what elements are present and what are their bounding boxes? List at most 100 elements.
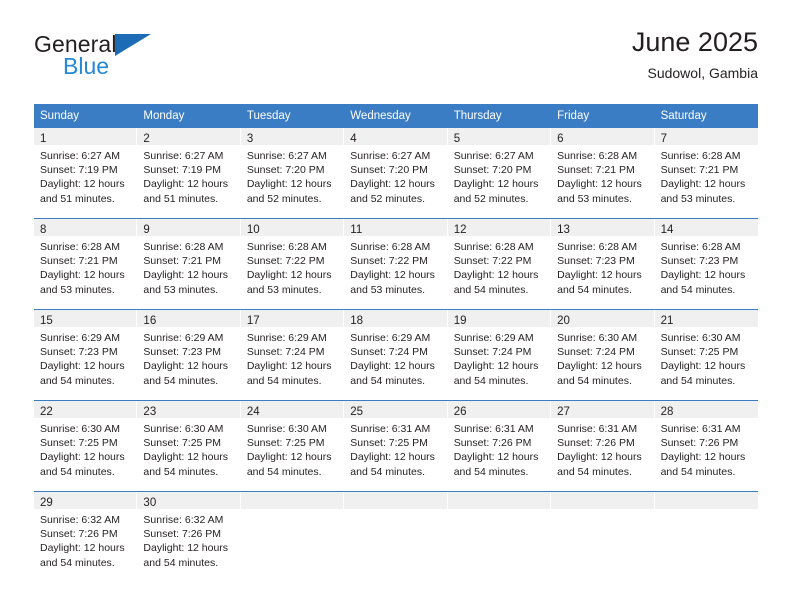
- calendar-day-cell[interactable]: 12 Sunrise: 6:28 AM Sunset: 7:22 PM Dayligh…: [447, 219, 552, 309]
- day-number: 26: [453, 406, 467, 418]
- sunrise-text: Sunrise: 6:27 AM: [350, 150, 431, 162]
- day-number: 8: [40, 224, 47, 236]
- daylight-text-line2: and 54 minutes.: [453, 465, 529, 478]
- day-details: Sunrise: 6:27 AM Sunset: 7:19 PM Daylight:…: [34, 145, 136, 206]
- calendar-day-cell[interactable]: 25 Sunrise: 6:31 AM Sunset: 7:25 PM Dayligh…: [344, 401, 448, 491]
- day-number: 27: [557, 406, 570, 418]
- day-number-band: 6: [551, 128, 654, 145]
- calendar-day-cell[interactable]: 11 Sunrise: 6:28 AM Sunset: 7:22 PM Dayligh…: [344, 219, 448, 309]
- daylight-text-line1: Daylight: 12 hours: [246, 178, 332, 191]
- calendar-day-cell[interactable]: 21 Sunrise: 6:30 AM Sunset: 7:25 PM Dayligh…: [654, 310, 758, 400]
- day-number-band: 24: [240, 401, 344, 418]
- daylight-text-line2: and 54 minutes.: [350, 374, 425, 387]
- calendar-day-cell[interactable]: 22 Sunrise: 6:30 AM Sunset: 7:25 PM Dayligh…: [34, 401, 138, 491]
- day-number-band: [447, 492, 551, 509]
- daylight-text-line1: Daylight: 12 hours: [557, 178, 642, 191]
- calendar-day-cell[interactable]: 19 Sunrise: 6:29 AM Sunset: 7:24 PM Dayligh…: [447, 310, 552, 400]
- sunrise-text: Sunrise: 6:29 AM: [246, 332, 327, 344]
- sunrise-text: Sunrise: 6:28 AM: [350, 241, 431, 253]
- calendar-day-cell[interactable]: 17 Sunrise: 6:29 AM Sunset: 7:24 PM Dayligh…: [240, 310, 345, 400]
- generalblue-logo: General Blue: [34, 32, 264, 88]
- daylight-text-line2: and 53 minutes.: [350, 283, 425, 296]
- day-number-band: [551, 492, 654, 509]
- calendar-day-cell[interactable]: 28 Sunrise: 6:31 AM Sunset: 7:26 PM Dayligh…: [654, 401, 758, 491]
- sunrise-text: Sunrise: 6:30 AM: [660, 332, 741, 344]
- day-number-band: 9: [137, 219, 240, 236]
- calendar-day-cell[interactable]: 20 Sunrise: 6:30 AM Sunset: 7:24 PM Dayligh…: [551, 310, 655, 400]
- calendar-day-cell[interactable]: 18 Sunrise: 6:29 AM Sunset: 7:24 PM Dayligh…: [344, 310, 448, 400]
- sunrise-text: Sunrise: 6:28 AM: [40, 241, 120, 253]
- calendar-day-cell[interactable]: 10 Sunrise: 6:28 AM Sunset: 7:22 PM Dayligh…: [240, 219, 345, 309]
- calendar-day-cell[interactable]: 27 Sunrise: 6:31 AM Sunset: 7:26 PM Dayligh…: [551, 401, 655, 491]
- day-number-band: [654, 492, 758, 509]
- daylight-text-line2: and 54 minutes.: [143, 465, 219, 478]
- calendar-day-cell[interactable]: 26 Sunrise: 6:31 AM Sunset: 7:26 PM Dayligh…: [447, 401, 552, 491]
- sunrise-text: Sunrise: 6:29 AM: [453, 332, 534, 344]
- day-details: Sunrise: 6:29 AM Sunset: 7:23 PM Daylight:…: [137, 327, 239, 388]
- day-details: [344, 509, 446, 513]
- calendar-day-cell[interactable]: 8 Sunrise: 6:28 AM Sunset: 7:21 PM Daylight…: [34, 219, 138, 309]
- daylight-text-line2: and 54 minutes.: [40, 556, 115, 569]
- daylight-text-line1: Daylight: 12 hours: [453, 451, 539, 464]
- calendar-day-cell[interactable]: 5 Sunrise: 6:27 AM Sunset: 7:20 PM Daylight…: [447, 128, 552, 218]
- day-details: Sunrise: 6:30 AM Sunset: 7:25 PM Daylight:…: [34, 418, 136, 479]
- day-number: 23: [143, 406, 157, 418]
- day-number: 6: [557, 133, 564, 145]
- sunrise-text: Sunrise: 6:28 AM: [557, 241, 638, 253]
- sunrise-text: Sunrise: 6:29 AM: [40, 332, 120, 344]
- day-details: Sunrise: 6:28 AM Sunset: 7:22 PM Daylight:…: [344, 236, 446, 297]
- daylight-text-line1: Daylight: 12 hours: [40, 542, 125, 555]
- sunrise-text: Sunrise: 6:32 AM: [143, 514, 224, 526]
- logo-triangle-icon: [114, 34, 151, 56]
- daylight-text-line2: and 54 minutes.: [660, 374, 736, 387]
- day-number: 17: [246, 315, 260, 327]
- day-details: Sunrise: 6:29 AM Sunset: 7:23 PM Daylight:…: [34, 327, 136, 388]
- calendar-day-cell[interactable]: 29 Sunrise: 6:32 AM Sunset: 7:26 PM Dayligh…: [34, 492, 138, 582]
- day-number: 20: [557, 315, 570, 327]
- day-details: Sunrise: 6:30 AM Sunset: 7:25 PM Daylight:…: [655, 327, 758, 388]
- calendar-day-cell[interactable]: 24 Sunrise: 6:30 AM Sunset: 7:25 PM Dayligh…: [240, 401, 345, 491]
- sunset-text: Sunset: 7:24 PM: [557, 346, 635, 359]
- daylight-text-line1: Daylight: 12 hours: [350, 451, 435, 464]
- day-details: Sunrise: 6:30 AM Sunset: 7:25 PM Daylight:…: [137, 418, 239, 479]
- calendar-day-cell[interactable]: 9 Sunrise: 6:28 AM Sunset: 7:21 PM Daylight…: [137, 219, 241, 309]
- calendar-grid: Sunday Monday Tuesday Wednesday Thursday…: [34, 104, 758, 582]
- calendar-day-cell[interactable]: 15 Sunrise: 6:29 AM Sunset: 7:23 PM Dayligh…: [34, 310, 138, 400]
- calendar-day-cell-empty: [551, 492, 655, 582]
- sunset-text: Sunset: 7:25 PM: [350, 437, 428, 450]
- sunrise-text: Sunrise: 6:31 AM: [660, 423, 741, 435]
- day-number-band: [240, 492, 344, 509]
- daylight-text-line2: and 53 minutes.: [40, 283, 115, 296]
- sunrise-text: Sunrise: 6:32 AM: [40, 514, 120, 526]
- calendar-day-cell[interactable]: 23 Sunrise: 6:30 AM Sunset: 7:25 PM Dayligh…: [137, 401, 241, 491]
- daylight-text-line2: and 53 minutes.: [660, 192, 736, 205]
- calendar-day-cell[interactable]: 16 Sunrise: 6:29 AM Sunset: 7:23 PM Dayligh…: [137, 310, 241, 400]
- sunrise-text: Sunrise: 6:28 AM: [660, 241, 741, 253]
- day-number: 5: [453, 133, 461, 145]
- day-number: 18: [350, 315, 364, 327]
- weekday-header-monday: Monday: [143, 110, 185, 122]
- day-number-band: 30: [137, 492, 240, 509]
- calendar-day-cell[interactable]: 3 Sunrise: 6:27 AM Sunset: 7:20 PM Daylight…: [240, 128, 345, 218]
- calendar-day-cell[interactable]: 30 Sunrise: 6:32 AM Sunset: 7:26 PM Dayligh…: [137, 492, 241, 582]
- daylight-text-line2: and 53 minutes.: [557, 192, 632, 205]
- calendar-day-cell[interactable]: 7 Sunrise: 6:28 AM Sunset: 7:21 PM Daylight…: [654, 128, 758, 218]
- day-number: 13: [557, 224, 570, 236]
- day-number-band: 14: [654, 219, 758, 236]
- day-number-band: 5: [447, 128, 551, 145]
- calendar-day-cell[interactable]: 6 Sunrise: 6:28 AM Sunset: 7:21 PM Daylight…: [551, 128, 655, 218]
- weekday-header-row: Sunday Monday Tuesday Wednesday Thursday…: [34, 104, 758, 128]
- sunrise-text: Sunrise: 6:29 AM: [143, 332, 224, 344]
- calendar-day-cell[interactable]: 1 Sunrise: 6:27 AM Sunset: 7:19 PM Daylight…: [34, 128, 138, 218]
- daylight-text-line2: and 52 minutes.: [453, 192, 529, 205]
- day-number: 22: [40, 406, 53, 418]
- weekday-header-wednesday: Wednesday: [350, 110, 411, 122]
- daylight-text-line2: and 53 minutes.: [143, 283, 219, 296]
- calendar-day-cell[interactable]: 13 Sunrise: 6:28 AM Sunset: 7:23 PM Dayligh…: [551, 219, 655, 309]
- daylight-text-line2: and 54 minutes.: [350, 465, 425, 478]
- sunrise-text: Sunrise: 6:31 AM: [453, 423, 534, 435]
- calendar-day-cell[interactable]: 14 Sunrise: 6:28 AM Sunset: 7:23 PM Dayligh…: [654, 219, 758, 309]
- calendar-day-cell[interactable]: 2 Sunrise: 6:27 AM Sunset: 7:19 PM Daylight…: [137, 128, 241, 218]
- calendar-day-cell[interactable]: 4 Sunrise: 6:27 AM Sunset: 7:20 PM Daylight…: [344, 128, 448, 218]
- day-number-band: 22: [34, 401, 137, 418]
